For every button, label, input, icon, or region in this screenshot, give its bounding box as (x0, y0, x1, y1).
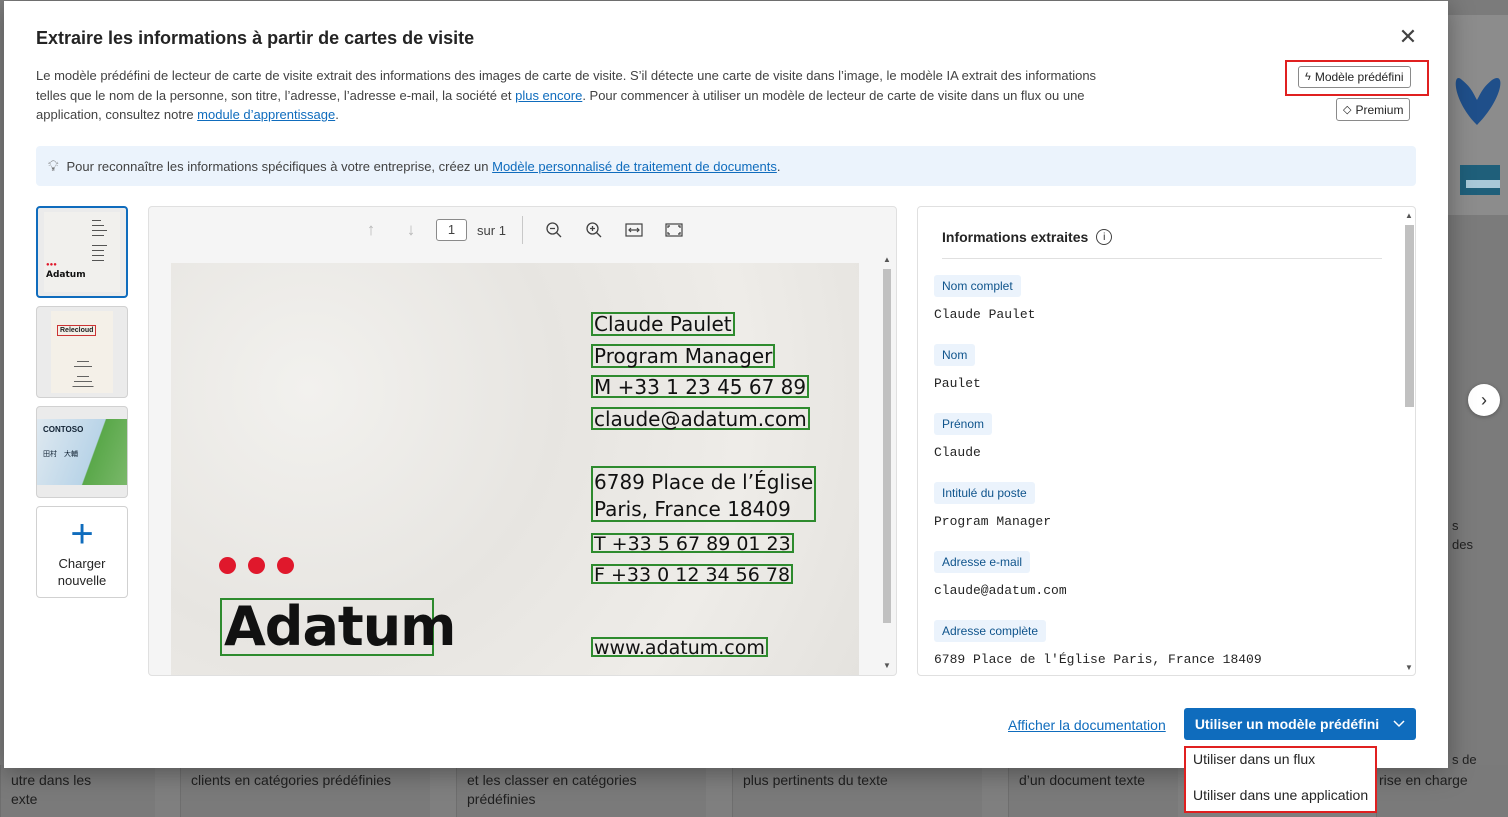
page-number-input[interactable]: 1 (436, 219, 468, 241)
field-value: claude@adatum.com (934, 583, 1067, 598)
field-label: Intitulé du poste (934, 482, 1035, 504)
plus-icon: + (70, 512, 94, 556)
scroll-down-icon[interactable]: ▼ (1403, 663, 1415, 672)
field-value: 6789 Place de l'Église Paris, France 184… (934, 652, 1262, 667)
fit-width-icon[interactable] (619, 216, 649, 244)
learning-module-link[interactable]: module d’apprentissage (197, 107, 335, 122)
premium-badge: ◇ Premium (1336, 98, 1411, 121)
sample-thumbnail-adatum[interactable]: ▬▬▬ ▬▬▬▬ ▬▬▬▬▬ ▬▬▬▬ ▬▬▬▬▬ ▬▬▬▬ ▬▬▬▬ ▬▬▬▬ ●●● Ad… (36, 206, 128, 298)
field-value: Program Manager (934, 514, 1052, 529)
logo-dot (248, 557, 265, 574)
thumbnail-brand: Relecloud (57, 325, 97, 336)
card-field-fax: F +33 0 12 34 56 78 (591, 564, 794, 585)
field-label: Adresse complète (934, 620, 1047, 642)
page-count-label: sur 1 (477, 222, 506, 238)
card-field-website: www.adatum.com (591, 637, 768, 658)
extracted-field: Intitulé du poste Program Manager (934, 482, 1051, 529)
view-documentation-link[interactable]: Afficher la documentation (1008, 717, 1166, 733)
logo-dot (277, 557, 294, 574)
extracted-field: Adresse complète 6789 Place de l'Église … (934, 620, 1262, 667)
upload-new-button[interactable]: + Charger nouvelle (36, 506, 128, 598)
scroll-up-icon[interactable]: ▲ (881, 255, 893, 264)
extracted-field: Nom complet Claude Paulet (934, 275, 1035, 322)
logo-dot (219, 557, 236, 574)
card-logo: Adatum (220, 598, 456, 656)
carousel-next-button: › (1468, 384, 1500, 416)
background-card: rise en charge (1376, 765, 1508, 817)
thumbnail-brand: CONTOSO (43, 425, 84, 434)
background-card: clients en catégories prédéfinies (180, 765, 430, 817)
dialog-description: Le modèle prédéfini de lecteur de carte … (36, 68, 1097, 122)
menu-item-use-in-flow[interactable]: Utiliser dans un flux (1193, 751, 1315, 767)
card-field-name: Claude Paulet (591, 312, 735, 336)
field-value: Claude (934, 445, 981, 460)
background-snippet: des (1452, 537, 1473, 552)
background-snippet: s (1452, 518, 1459, 533)
background-card: plus pertinents du texte (732, 765, 982, 817)
background-card: et les classer en catégories prédéfinies (456, 765, 706, 817)
viewer-toolbar: ↑ ↓ 1 sur 1 (149, 207, 896, 253)
scroll-down-icon[interactable]: ▼ (881, 661, 893, 670)
viewer-scrollbar[interactable]: ▲ ▼ (881, 255, 893, 675)
previous-page-arrow-up-icon[interactable]: ↑ (356, 216, 386, 244)
extracted-info-title: Informations extraites i (942, 229, 1113, 245)
use-model-dropdown-menu: Utiliser dans un flux Utiliser dans une … (1184, 746, 1377, 813)
close-icon: ✕ (1398, 24, 1418, 49)
lightbulb-icon: 💡︎ (48, 157, 59, 175)
sample-thumbnail-contoso[interactable]: CONTOSO 田村 大輔 (36, 406, 128, 498)
field-value: Paulet (934, 376, 981, 391)
business-card-dialog: Extraire les informations à partir de ca… (4, 1, 1448, 768)
scroll-up-icon[interactable]: ▲ (1403, 211, 1415, 220)
zoom-out-icon[interactable] (539, 216, 569, 244)
field-label: Prénom (934, 413, 993, 435)
extracted-field: Prénom Claude (934, 413, 993, 460)
fit-page-icon[interactable] (659, 216, 689, 244)
highlight-outline (1285, 60, 1429, 96)
card-field-title: Program Manager (591, 344, 776, 368)
card-field-mobile: M +33 1 23 45 67 89 (591, 375, 810, 398)
toolbar-divider (521, 216, 523, 244)
extracted-scrollbar[interactable]: ▲ ▼ (1403, 209, 1415, 675)
info-icon[interactable]: i (1096, 229, 1113, 245)
heart-illustration-icon (1455, 78, 1501, 195)
more-info-link[interactable]: plus encore (515, 88, 582, 103)
divider (942, 258, 1382, 259)
card-field-address: 6789 Place de l’Église Paris, France 184… (591, 466, 817, 522)
extracted-field: Nom Paulet (934, 344, 981, 391)
field-label: Adresse e-mail (934, 551, 1031, 573)
info-message-bar: 💡︎ Pour reconnaître les informations spé… (36, 146, 1416, 186)
card-field-phone: T +33 5 67 89 01 23 (591, 533, 794, 554)
document-viewer: ↑ ↓ 1 sur 1 Claude Paulet Program Manage… (148, 206, 897, 676)
extracted-field: Adresse e-mail claude@adatum.com (934, 551, 1067, 598)
field-label: Nom complet (934, 275, 1021, 297)
background-card: utre dans les exte (0, 765, 155, 817)
thumbnail-brand: Adatum (46, 270, 86, 280)
card-field-email: claude@adatum.com (591, 407, 810, 430)
chevron-down-icon (1393, 720, 1405, 728)
custom-model-link[interactable]: Modèle personnalisé de traitement de doc… (492, 159, 777, 174)
sample-thumbnail-relecloud[interactable]: Relecloud ▬▬▬▬ ▬▬▬▬▬▬ ▬▬▬▬ ▬▬▬▬▬▬ ▬▬▬▬▬▬▬ (36, 306, 128, 398)
next-page-arrow-down-icon[interactable]: ↓ (396, 216, 426, 244)
background-card: d’un document texte (1008, 765, 1178, 817)
use-prebuilt-model-button[interactable]: Utiliser un modèle prédéfini (1184, 708, 1416, 740)
zoom-in-icon[interactable] (579, 216, 609, 244)
extracted-info-panel: Informations extraites i Nom complet Cla… (917, 206, 1416, 676)
close-button[interactable]: ✕ (1396, 24, 1420, 49)
field-label: Nom (934, 344, 976, 366)
business-card-image: Claude Paulet Program Manager M +33 1 23… (171, 263, 859, 675)
menu-item-use-in-app[interactable]: Utiliser dans une application (1193, 787, 1368, 803)
field-value: Claude Paulet (934, 307, 1036, 322)
diamond-icon: ◇ (1343, 104, 1352, 116)
dialog-title: Extraire les informations à partir de ca… (36, 28, 475, 48)
